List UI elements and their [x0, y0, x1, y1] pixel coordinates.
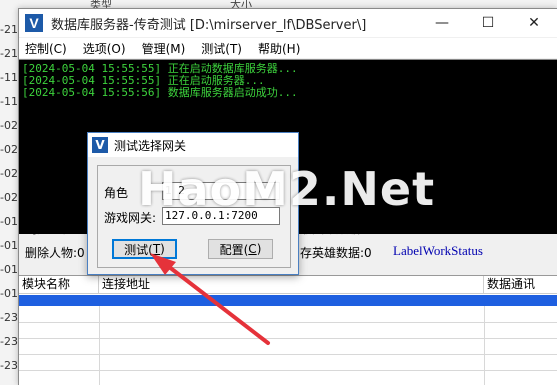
bg-row-number: -11 — [0, 71, 18, 84]
grid-line — [19, 354, 557, 355]
dialog-title: 测试选择网关 — [114, 138, 187, 153]
window-controls: — ☐ ✕ — [419, 9, 557, 37]
bg-row-number: -01 — [0, 239, 18, 252]
watermark-text: HaoM2.Net — [138, 162, 436, 216]
menu-control[interactable]: 控制(C) — [25, 40, 67, 57]
column-connection-address[interactable]: 连接地址 — [99, 276, 484, 293]
test-button-label: 测试( — [124, 242, 153, 257]
menu-bar: 控制(C) 选项(O) 管理(M) 测试(T) 帮助(H) — [19, 38, 557, 58]
module-table: 模块名称 连接地址 数据通讯 — [19, 275, 557, 385]
table-row-selected[interactable] — [19, 295, 557, 306]
app-logo-icon: V — [25, 14, 43, 32]
bg-row-number: -01 — [0, 263, 18, 276]
grid-line — [19, 338, 557, 339]
create-character-count: 创建人物:0 — [25, 222, 85, 236]
bg-row-number: -23 — [0, 335, 18, 348]
bg-row-number: -21 — [0, 47, 18, 60]
delete-character-count: 删除人物:0 — [25, 246, 85, 260]
label-work-status: LabelWorkStatus — [393, 243, 483, 258]
bg-row-number: -21 — [0, 23, 18, 36]
column-data-comm[interactable]: 数据通讯 — [484, 276, 557, 293]
bg-row-number: -23 — [0, 311, 18, 324]
bg-row-number: -01 — [0, 287, 18, 300]
read-hero-count: 取英雄数据:0 — [300, 222, 372, 236]
label-status: LabelStatus — [393, 219, 455, 234]
menu-test[interactable]: 测试(T) — [201, 40, 242, 57]
background-row-numbers: -21 -21 -11 -11 -02 -02 -02 -02 -01 -01 … — [0, 0, 18, 385]
window-title: 数据库服务器-传奇测试 [D:\mirserver_lf\DBServer\] — [51, 17, 367, 33]
test-button[interactable]: 测试(T) — [112, 239, 177, 259]
test-button-key: T — [152, 242, 161, 256]
bg-row-number: -11 — [0, 95, 18, 108]
test-button-tail: ) — [160, 242, 165, 256]
grid-line — [99, 306, 100, 385]
config-button-key: C — [248, 242, 257, 256]
log-line: [2024-05-04 15:55:56] 数据库服务器启动成功... — [22, 86, 298, 99]
table-header: 模块名称 连接地址 数据通讯 — [19, 276, 557, 294]
menu-manage[interactable]: 管理(M) — [142, 40, 186, 57]
menu-help[interactable]: 帮助(H) — [258, 40, 300, 57]
dialog-title-bar[interactable]: V 测试选择网关 — [88, 133, 298, 157]
save-hero-count: 存英雄数据:0 — [300, 246, 372, 260]
bg-row-number: -01 — [0, 215, 18, 228]
grid-line — [19, 370, 557, 371]
title-bar[interactable]: V 数据库服务器-传奇测试 [D:\mirserver_lf\DBServer\… — [19, 9, 557, 37]
column-module-name[interactable]: 模块名称 — [19, 276, 99, 293]
config-button[interactable]: 配置(C) — [208, 239, 273, 259]
menu-options[interactable]: 选项(O) — [83, 40, 126, 57]
role-label: 角色 — [104, 186, 129, 200]
maximize-icon[interactable]: ☐ — [465, 9, 511, 37]
bg-row-number: -02 — [0, 119, 18, 132]
minimize-icon[interactable]: — — [419, 9, 465, 37]
bg-row-number: -02 — [0, 191, 18, 204]
config-button-label: 配置( — [219, 242, 249, 257]
bg-row-number: -02 — [0, 143, 18, 156]
bg-row-number: -02 — [0, 167, 18, 180]
grid-line — [19, 322, 557, 323]
dialog-logo-icon: V — [92, 137, 108, 153]
bg-row-number: -23 — [0, 359, 18, 372]
config-button-tail: ) — [256, 242, 262, 256]
grid-line — [484, 306, 485, 385]
close-icon[interactable]: ✕ — [511, 9, 557, 37]
